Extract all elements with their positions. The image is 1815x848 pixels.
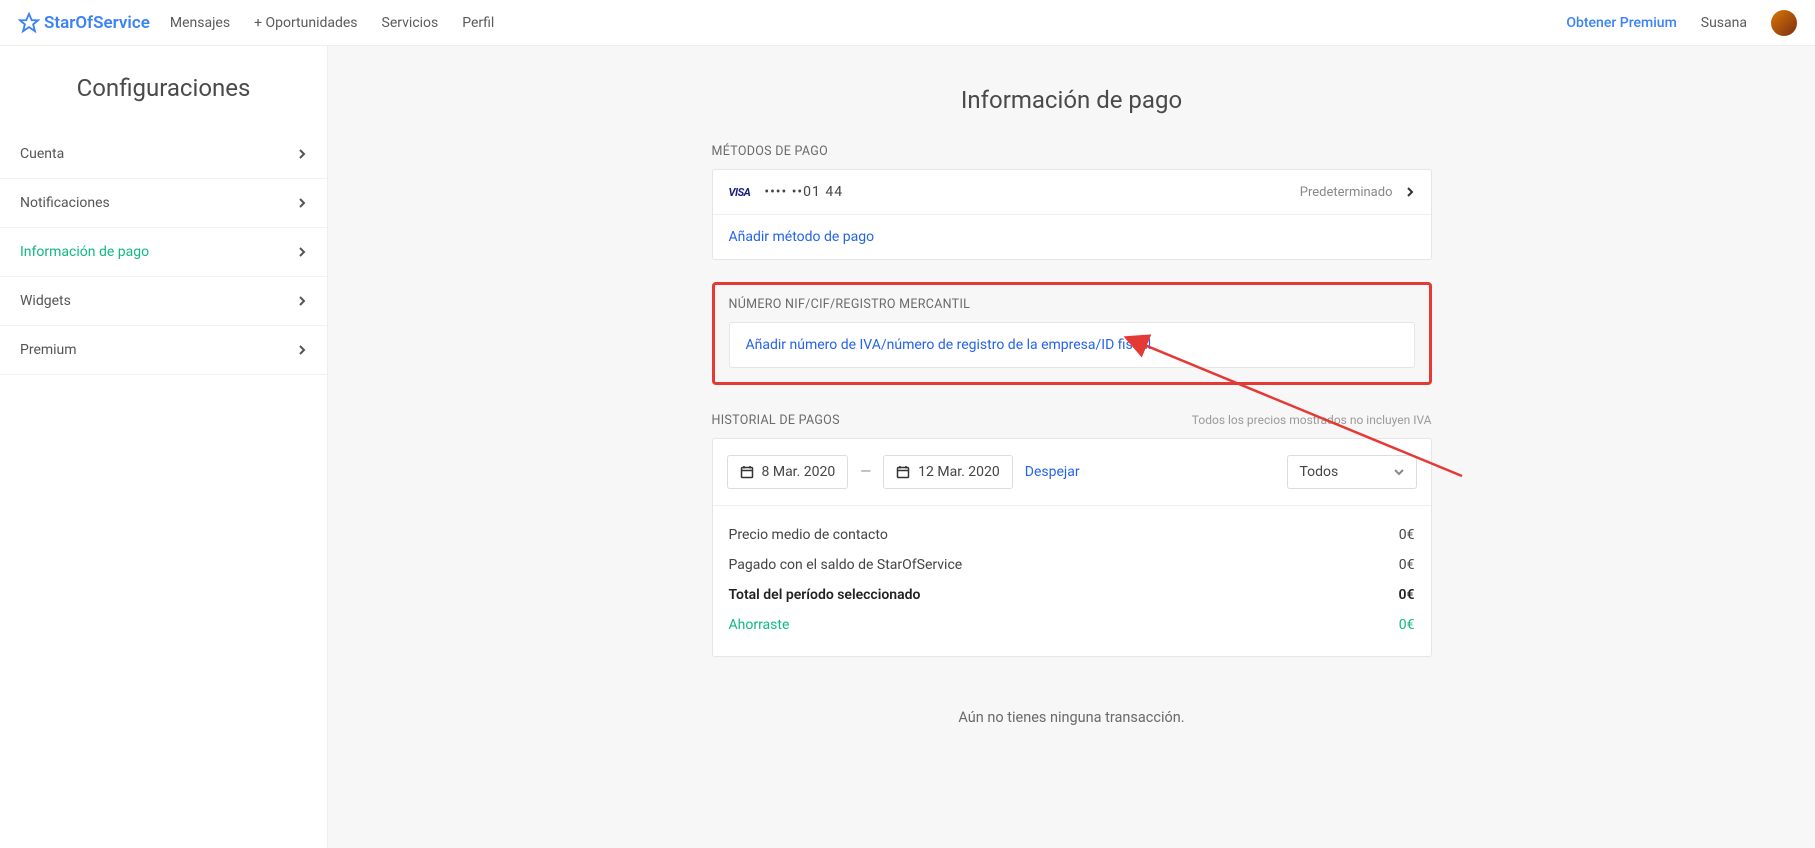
add-payment-method-row: Añadir método de pago <box>713 214 1431 259</box>
sidebar-item-label: Cuenta <box>20 146 64 162</box>
sidebar: Configuraciones Cuenta Notificaciones In… <box>0 46 328 848</box>
chevron-right-icon <box>297 198 307 208</box>
top-navbar: StarOfService Mensajes + Oportunidades S… <box>0 0 1815 46</box>
username-label[interactable]: Susana <box>1701 15 1747 31</box>
history-heading-text: HISTORIAL DE PAGOS <box>712 413 840 428</box>
avg-price-value: 0€ <box>1399 527 1415 543</box>
payment-method-row[interactable]: VISA •••• ••01 44 Predeterminado <box>713 170 1431 214</box>
sidebar-item-widgets[interactable]: Widgets <box>0 277 327 326</box>
main-content: Información de pago MÉTODOS DE PAGO VISA… <box>328 46 1815 848</box>
history-filter-bar: 8 Mar. 2020 — 12 Mar. 2020 Despejar Todo… <box>713 439 1431 499</box>
no-transactions-message: Aún no tienes ninguna transacción. <box>712 709 1432 726</box>
content-wrap: Información de pago MÉTODOS DE PAGO VISA… <box>712 86 1432 726</box>
sidebar-title: Configuraciones <box>0 74 327 130</box>
date-separator: — <box>860 464 871 480</box>
chevron-right-icon <box>297 247 307 257</box>
visa-icon: VISA <box>729 186 751 199</box>
payment-methods-section: MÉTODOS DE PAGO VISA •••• ••01 44 Predet… <box>712 144 1432 260</box>
logo[interactable]: StarOfService <box>18 12 150 34</box>
star-icon <box>18 12 40 34</box>
chevron-right-icon <box>297 345 307 355</box>
total-label: Total del período seleccionado <box>729 587 921 603</box>
avg-price-label: Precio medio de contacto <box>729 527 888 543</box>
vat-heading: NÚMERO NIF/CIF/REGISTRO MERCANTIL <box>729 297 1415 312</box>
sidebar-item-label: Premium <box>20 342 77 358</box>
card-masked-number: •••• ••01 44 <box>764 184 843 200</box>
logo-text: StarOfService <box>44 13 150 33</box>
add-payment-method-link[interactable]: Añadir método de pago <box>729 229 875 245</box>
payment-methods-heading: MÉTODOS DE PAGO <box>712 144 1432 159</box>
saved-row: Ahorraste 0€ <box>729 610 1415 640</box>
history-card: 8 Mar. 2020 — 12 Mar. 2020 Despejar Todo… <box>712 438 1432 657</box>
chevron-right-icon <box>297 149 307 159</box>
chevron-down-icon <box>1394 467 1404 477</box>
nav-perfil[interactable]: Perfil <box>462 15 494 31</box>
nav-servicios[interactable]: Servicios <box>382 15 439 31</box>
payment-history-section: HISTORIAL DE PAGOS Todos los precios mos… <box>712 413 1432 657</box>
add-vat-link[interactable]: Añadir número de IVA/número de registro … <box>746 337 1152 353</box>
clear-dates-link[interactable]: Despejar <box>1025 464 1080 480</box>
avatar[interactable] <box>1771 10 1797 36</box>
chevron-right-icon <box>1405 187 1415 197</box>
default-label: Predeterminado <box>1300 185 1393 200</box>
total-value: 0€ <box>1399 587 1415 603</box>
sidebar-item-informacion-de-pago[interactable]: Información de pago <box>0 228 327 277</box>
sidebar-item-notificaciones[interactable]: Notificaciones <box>0 179 327 228</box>
calendar-icon <box>740 465 754 479</box>
history-note: Todos los precios mostrados no incluyen … <box>1192 413 1432 427</box>
saved-label: Ahorraste <box>729 617 790 633</box>
page-layout: Configuraciones Cuenta Notificaciones In… <box>0 46 1815 848</box>
date-from-value: 8 Mar. 2020 <box>762 464 836 480</box>
history-heading: HISTORIAL DE PAGOS Todos los precios mos… <box>712 413 1432 428</box>
saved-value: 0€ <box>1399 617 1415 633</box>
nav-oportunidades[interactable]: + Oportunidades <box>254 15 357 31</box>
filter-select[interactable]: Todos <box>1287 455 1417 489</box>
paid-balance-row: Pagado con el saldo de StarOfService 0€ <box>729 550 1415 580</box>
sidebar-item-label: Notificaciones <box>20 195 110 211</box>
vat-highlight-box: NÚMERO NIF/CIF/REGISTRO MERCANTIL Añadir… <box>712 282 1432 385</box>
avg-price-row: Precio medio de contacto 0€ <box>729 520 1415 550</box>
paid-balance-label: Pagado con el saldo de StarOfService <box>729 557 963 573</box>
nav-mensajes[interactable]: Mensajes <box>170 15 230 31</box>
vat-card: Añadir número de IVA/número de registro … <box>729 322 1415 368</box>
history-summary: Precio medio de contacto 0€ Pagado con e… <box>713 505 1431 656</box>
filter-select-value: Todos <box>1300 464 1339 480</box>
payment-methods-card: VISA •••• ••01 44 Predeterminado Añadir … <box>712 169 1432 260</box>
add-vat-row: Añadir número de IVA/número de registro … <box>730 323 1414 367</box>
sidebar-item-cuenta[interactable]: Cuenta <box>0 130 327 179</box>
total-row: Total del período seleccionado 0€ <box>729 580 1415 610</box>
paid-balance-value: 0€ <box>1399 557 1415 573</box>
date-from-input[interactable]: 8 Mar. 2020 <box>727 455 849 489</box>
page-title: Información de pago <box>712 86 1432 114</box>
calendar-icon <box>896 465 910 479</box>
nav-right: Obtener Premium Susana <box>1566 10 1797 36</box>
nav-links: Mensajes + Oportunidades Servicios Perfi… <box>170 15 495 31</box>
sidebar-item-label: Información de pago <box>20 244 149 260</box>
chevron-right-icon <box>297 296 307 306</box>
premium-link[interactable]: Obtener Premium <box>1566 15 1676 31</box>
sidebar-item-premium[interactable]: Premium <box>0 326 327 375</box>
date-to-value: 12 Mar. 2020 <box>918 464 1000 480</box>
date-to-input[interactable]: 12 Mar. 2020 <box>883 455 1013 489</box>
sidebar-item-label: Widgets <box>20 293 71 309</box>
